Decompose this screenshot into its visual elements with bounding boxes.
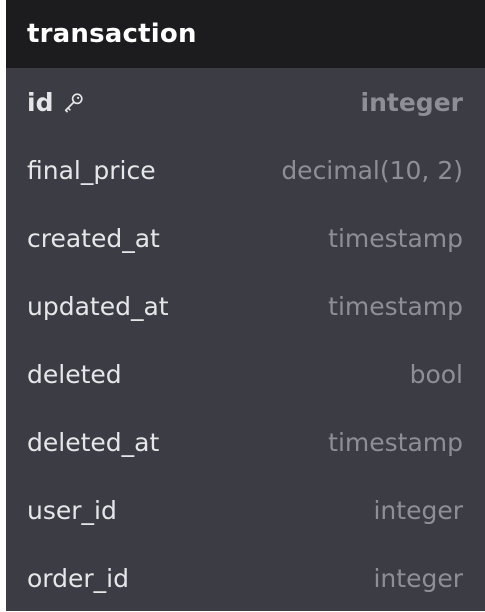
key-icon: [63, 91, 85, 113]
table-title: transaction: [27, 19, 197, 49]
table-header[interactable]: transaction: [6, 0, 485, 68]
column-type: integer: [373, 563, 463, 593]
column-type: timestamp: [328, 291, 463, 321]
column-type: timestamp: [328, 427, 463, 457]
column-row-deleted[interactable]: deleted bool: [6, 340, 485, 408]
column-name: final_price: [27, 155, 156, 185]
column-type: timestamp: [328, 223, 463, 253]
column-type: bool: [409, 359, 463, 389]
column-row-id[interactable]: id integer: [6, 68, 485, 136]
column-name-text: id: [27, 87, 54, 117]
column-type: integer: [360, 87, 463, 117]
column-name: deleted_at: [27, 427, 160, 457]
column-row-deleted-at[interactable]: deleted_at timestamp: [6, 408, 485, 476]
column-row-updated-at[interactable]: updated_at timestamp: [6, 272, 485, 340]
table-card[interactable]: transaction id integer final_price decim…: [6, 0, 485, 611]
column-name: order_id: [27, 563, 129, 593]
column-row-user-id[interactable]: user_id integer: [6, 476, 485, 544]
column-name: updated_at: [27, 291, 169, 321]
column-list: id integer final_price decimal(10, 2) cr…: [6, 68, 485, 612]
column-row-created-at[interactable]: created_at timestamp: [6, 204, 485, 272]
column-row-order-id[interactable]: order_id integer: [6, 544, 485, 612]
column-type: integer: [373, 495, 463, 525]
column-name: id: [27, 88, 85, 117]
column-name: created_at: [27, 223, 160, 253]
column-name: deleted: [27, 359, 122, 389]
column-type: decimal(10, 2): [281, 155, 463, 185]
column-row-final-price[interactable]: final_price decimal(10, 2): [6, 136, 485, 204]
column-name: user_id: [27, 495, 117, 525]
